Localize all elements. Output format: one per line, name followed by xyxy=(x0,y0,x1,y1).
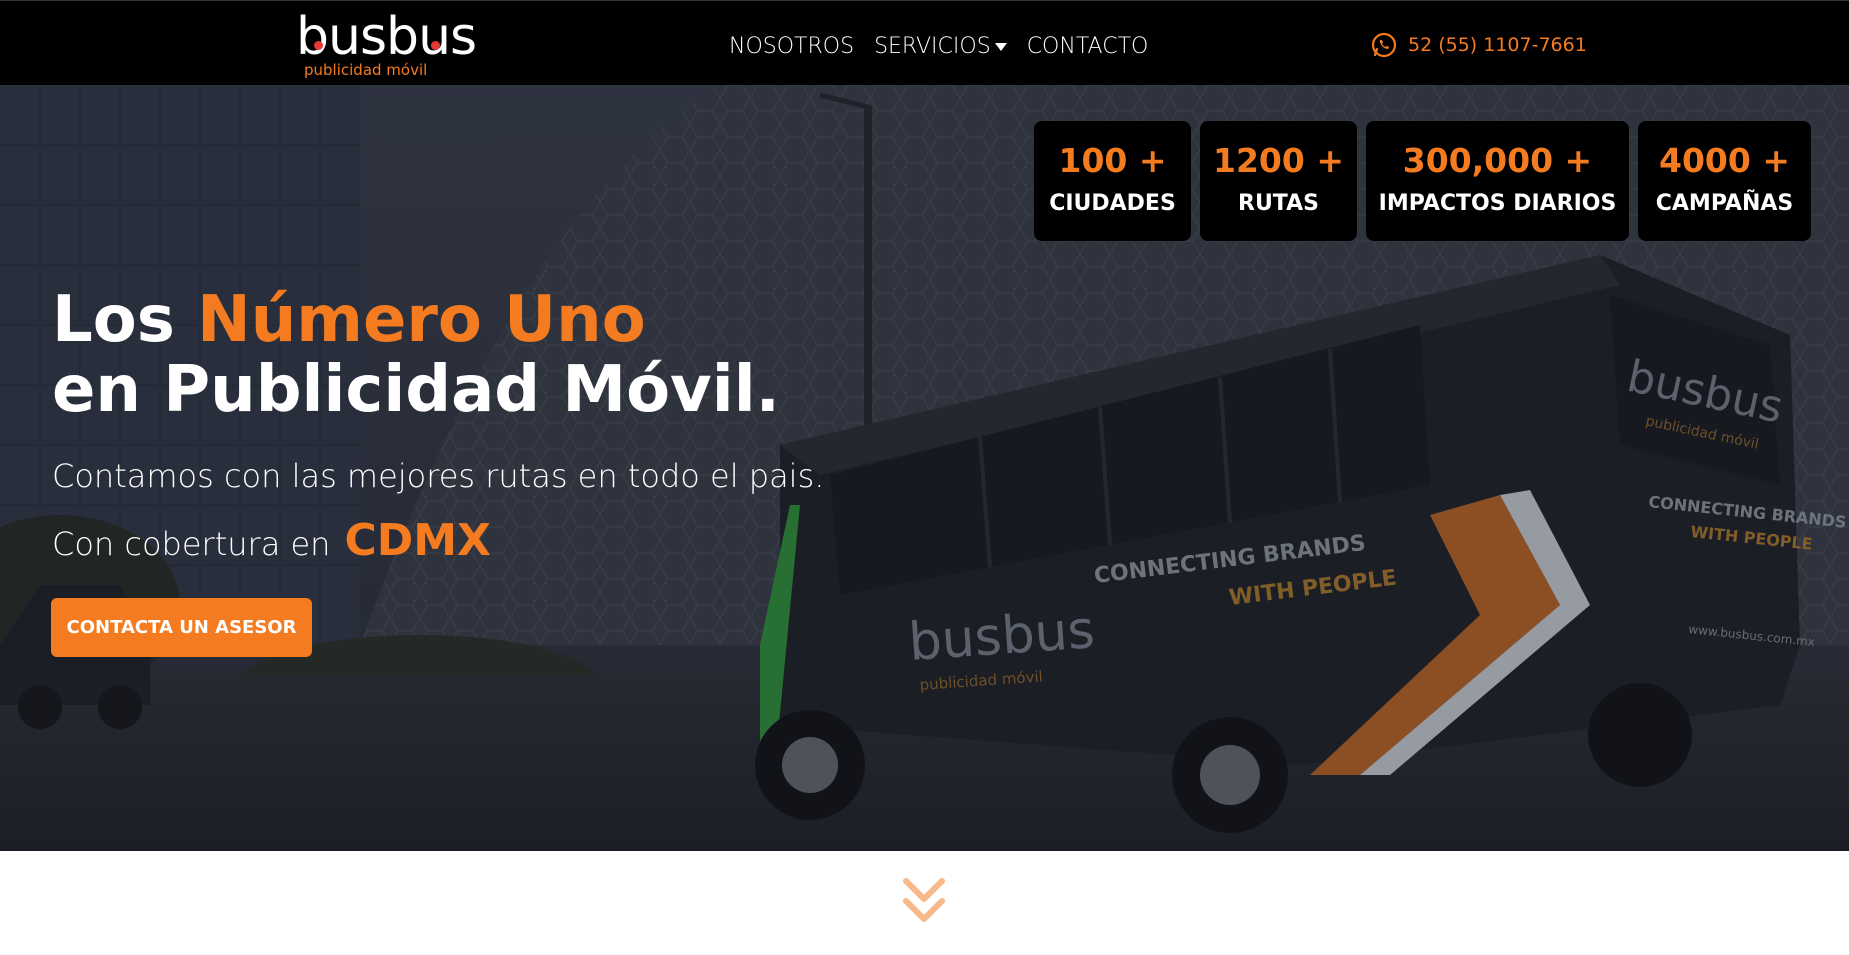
contact-advisor-button[interactable]: CONTACTA UN ASESOR xyxy=(51,598,312,657)
hero-section: CONNECTING BRANDS WITH PEOPLE busbus pub… xyxy=(0,85,1849,851)
main-nav: NOSOTROS SERVICIOS CONTACTO xyxy=(729,31,1168,61)
hero-coverage: Con cobertura en CDMX xyxy=(52,515,491,566)
phone-number: 52 (55) 1107-7661 xyxy=(1408,34,1587,56)
hero-headline-prefix: Los xyxy=(52,283,175,357)
brand-logo[interactable]: busbus publicidad móvil xyxy=(296,7,496,81)
logo-dot-1 xyxy=(314,41,323,50)
caret-down-icon xyxy=(994,43,1007,51)
brand-logo-wordmark: busbus xyxy=(296,7,477,67)
stat-label: IMPACTOS DIARIOS xyxy=(1378,191,1617,216)
stat-number: 100 + xyxy=(1058,141,1167,180)
stat-card-campanas: 4000 + CAMPAÑAS xyxy=(1638,121,1811,241)
nav-link-contacto[interactable]: CONTACTO xyxy=(1027,34,1149,59)
phone-link[interactable]: 52 (55) 1107-7661 xyxy=(1370,31,1587,59)
hero-coverage-prefix: Con cobertura en xyxy=(52,525,331,563)
whatsapp-icon xyxy=(1371,32,1397,58)
stat-number: 4000 + xyxy=(1659,141,1790,180)
hero-headline-accent: Número Uno xyxy=(197,283,646,357)
hero-subtitle: Contamos con las mejores rutas en todo e… xyxy=(52,457,825,495)
site-header: busbus publicidad móvil NOSOTROS SERVICI… xyxy=(0,0,1849,85)
logo-dot-2 xyxy=(431,41,440,50)
stat-card-ciudades: 100 + CIUDADES xyxy=(1034,121,1191,241)
nav-link-servicios[interactable]: SERVICIOS xyxy=(874,34,1007,59)
hero-coverage-city: CDMX xyxy=(344,515,491,566)
stat-number: 300,000 + xyxy=(1402,141,1593,180)
double-chevron-down-icon[interactable] xyxy=(900,875,948,927)
hero-headline-line-2: en Publicidad Móvil. xyxy=(52,353,780,427)
nav-link-nosotros[interactable]: NOSOTROS xyxy=(729,34,854,59)
hero-headline: Los Número Uno en Publicidad Móvil. xyxy=(52,285,952,425)
brand-tagline: publicidad móvil xyxy=(304,61,428,79)
stat-label: CAMPAÑAS xyxy=(1655,191,1794,216)
nav-link-servicios-label: SERVICIOS xyxy=(874,33,991,59)
contact-advisor-button-label: CONTACTA UN ASESOR xyxy=(66,617,297,638)
stat-number: 1200 + xyxy=(1213,141,1344,180)
stat-label: RUTAS xyxy=(1238,191,1319,216)
stat-card-impactos: 300,000 + IMPACTOS DIARIOS xyxy=(1366,121,1629,241)
stat-card-rutas: 1200 + RUTAS xyxy=(1200,121,1357,241)
stat-label: CIUDADES xyxy=(1049,191,1176,216)
hero-headline-line-1: Los Número Uno xyxy=(52,285,952,355)
